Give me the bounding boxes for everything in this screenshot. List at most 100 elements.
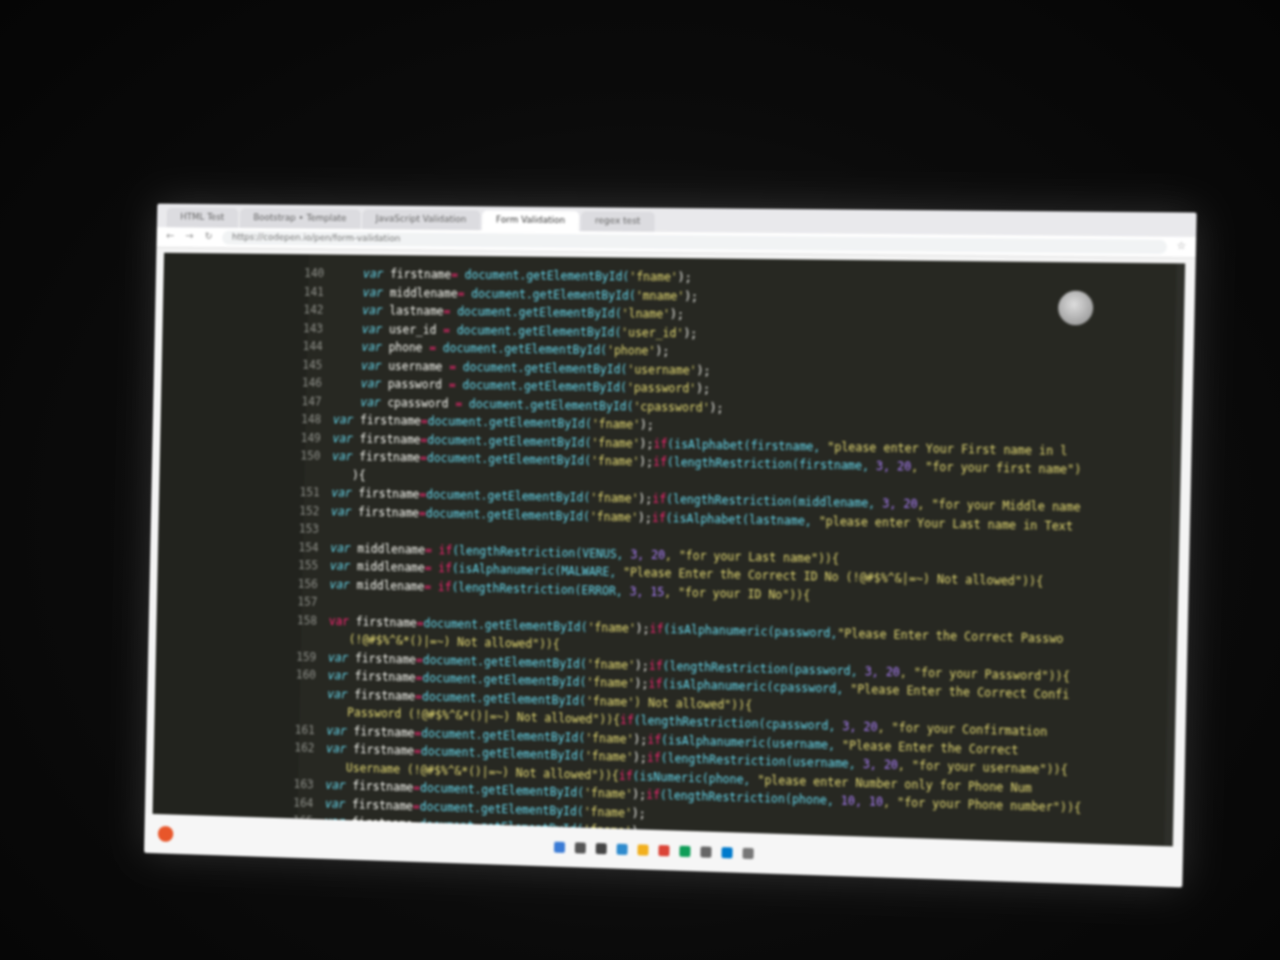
code-token: document.getElementById( bbox=[427, 414, 592, 431]
line-number: 143 bbox=[302, 320, 324, 335]
code-token: firstname bbox=[346, 741, 415, 758]
line-number: 152 bbox=[299, 503, 320, 518]
code-token: 'fname' bbox=[587, 619, 636, 635]
code-token: var bbox=[361, 321, 383, 336]
code-token: var bbox=[326, 723, 347, 738]
reload-icon[interactable]: ↻ bbox=[203, 232, 215, 244]
browser-tab[interactable]: Form Validation bbox=[481, 210, 580, 232]
code-token: (isAlphanumeric(MALWARE, bbox=[451, 561, 624, 580]
code-token: document.getElementById( bbox=[425, 505, 591, 524]
code-token: lastname bbox=[382, 303, 444, 319]
code-token: firstname bbox=[345, 778, 414, 795]
code-token: 3, 20 bbox=[864, 663, 901, 679]
search-icon[interactable] bbox=[574, 841, 586, 854]
code-token: firstname bbox=[383, 266, 452, 282]
code-token: middlename bbox=[350, 559, 425, 575]
settings-icon[interactable] bbox=[742, 847, 754, 859]
code-token: var bbox=[329, 558, 351, 574]
editor-scrollbar[interactable] bbox=[1164, 263, 1186, 847]
code-token: document.getElementById( bbox=[449, 322, 622, 339]
code-token: ); bbox=[684, 288, 699, 303]
code-token: phone bbox=[381, 340, 430, 355]
code-token: , "for your ID No")){ bbox=[664, 584, 811, 602]
browser-tab[interactable]: Bootstrap • Template bbox=[239, 208, 361, 230]
star-icon[interactable]: ☆ bbox=[1175, 241, 1188, 253]
task-view-icon[interactable] bbox=[595, 842, 607, 854]
code-token: document.getElementById( bbox=[422, 670, 587, 690]
line-number: 145 bbox=[302, 357, 323, 372]
back-arrow-icon[interactable]: ← bbox=[164, 231, 176, 243]
code-token: middlename bbox=[382, 285, 458, 300]
line-number: 153 bbox=[298, 521, 320, 536]
line-number bbox=[279, 756, 314, 775]
code-token: (isAlphabet(firstname, bbox=[667, 436, 828, 454]
vscode-icon[interactable] bbox=[721, 846, 733, 858]
windows-start-icon[interactable] bbox=[553, 841, 566, 853]
code-token: ); bbox=[709, 400, 724, 415]
code-token: if bbox=[618, 768, 633, 783]
forward-arrow-icon[interactable]: → bbox=[184, 231, 196, 243]
code-token: var bbox=[330, 540, 351, 555]
widgets-icon[interactable] bbox=[616, 843, 628, 855]
code-token: if bbox=[619, 712, 634, 728]
code-token: var bbox=[362, 266, 384, 281]
code-token: document.getElementById( bbox=[421, 725, 586, 745]
code-token: ); bbox=[638, 491, 653, 506]
code-token: firstname bbox=[348, 650, 417, 667]
code-text: ){ bbox=[332, 465, 366, 484]
code-token: 'fname' bbox=[629, 269, 678, 285]
edge-icon[interactable] bbox=[679, 845, 691, 857]
code-token: document.getElementById( bbox=[420, 744, 586, 763]
code-token: var bbox=[361, 339, 382, 355]
code-token: 3, 15 bbox=[629, 583, 665, 599]
code-content[interactable]: 140 var firstname = document.getElementBy… bbox=[278, 264, 1093, 846]
line-number: 144 bbox=[302, 339, 323, 354]
code-token: (lengthRestriction(firstname, bbox=[666, 455, 877, 473]
code-token: var bbox=[362, 284, 384, 300]
browser-tab[interactable]: HTML Test bbox=[166, 207, 238, 228]
code-token: = bbox=[424, 560, 439, 576]
browser-tab[interactable]: regex test bbox=[580, 211, 655, 232]
line-number bbox=[280, 702, 315, 721]
code-token: , "for your first name") bbox=[911, 459, 1082, 477]
code-token: firstname bbox=[352, 449, 421, 465]
code-token: (lengthRestriction(phone, bbox=[659, 788, 842, 808]
code-token: var bbox=[329, 577, 350, 592]
code-token: document.getElementById( bbox=[435, 340, 608, 358]
code-token: if bbox=[647, 732, 662, 747]
code-token: ); bbox=[632, 787, 647, 802]
code-token: if bbox=[438, 542, 453, 557]
line-number bbox=[285, 465, 320, 484]
file-explorer-icon[interactable] bbox=[637, 843, 649, 856]
code-token: (lengthRestriction(VENUS, bbox=[452, 543, 631, 561]
code-token: 3, 20 bbox=[630, 546, 666, 562]
code-token: firstname bbox=[347, 687, 416, 703]
line-number: 140 bbox=[303, 266, 325, 281]
code-token: if bbox=[652, 491, 667, 507]
code-token: var bbox=[360, 358, 382, 373]
line-number: 157 bbox=[297, 594, 318, 609]
code-token: 'fname' bbox=[590, 490, 639, 506]
code-editor[interactable]: 140 var firstname = document.getElementBy… bbox=[152, 252, 1186, 847]
code-token: 'phone' bbox=[606, 343, 656, 358]
code-token: "Please Enter the Correct bbox=[841, 737, 1019, 757]
code-token: var bbox=[327, 650, 349, 665]
code-token: (lengthRestriction(ERROR, bbox=[451, 579, 630, 598]
code-token: var bbox=[331, 485, 352, 500]
code-token: ); bbox=[631, 805, 646, 821]
code-token: firstname bbox=[346, 723, 415, 740]
store-icon[interactable] bbox=[700, 845, 712, 858]
code-token: 'lname' bbox=[621, 306, 671, 322]
code-token: username bbox=[381, 358, 450, 374]
chrome-icon[interactable] bbox=[658, 844, 670, 856]
code-token: var bbox=[328, 613, 350, 628]
browser-tab[interactable]: JavaScript Validation bbox=[361, 209, 481, 231]
line-number: 162 bbox=[294, 740, 315, 755]
code-token: if bbox=[648, 676, 663, 692]
line-number: 146 bbox=[301, 375, 323, 390]
